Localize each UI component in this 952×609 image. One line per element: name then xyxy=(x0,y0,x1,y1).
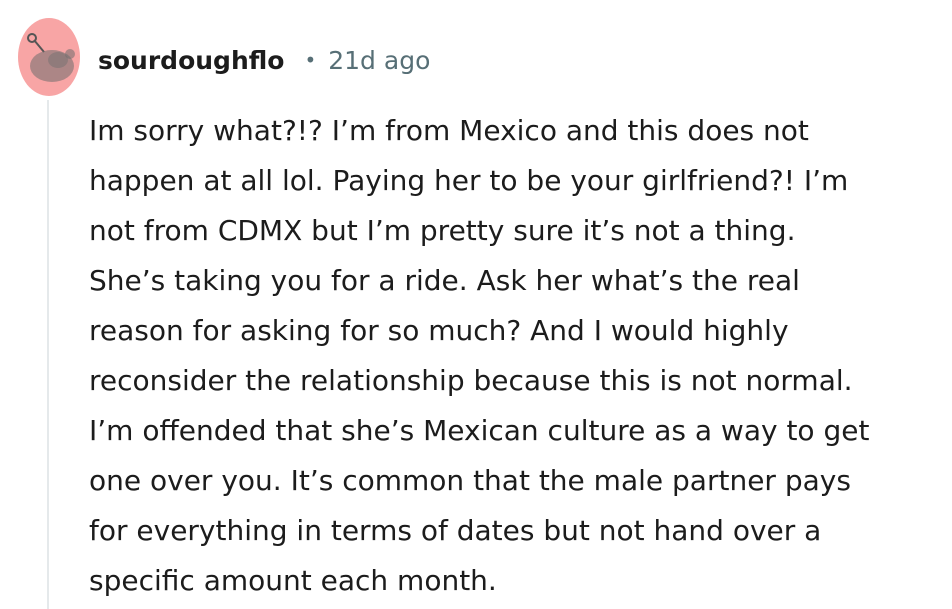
reddit-snoo-icon xyxy=(27,33,75,82)
comment-card: sourdoughflo • 21d ago Im sorry what?!? … xyxy=(0,0,952,609)
comment-meta: sourdoughflo • 21d ago xyxy=(98,40,430,80)
comment-body: Im sorry what?!? I’m from Mexico and thi… xyxy=(89,114,870,597)
meta-separator: • xyxy=(304,48,317,72)
user-avatar[interactable] xyxy=(18,18,80,96)
thread-line[interactable] xyxy=(47,100,49,609)
comment-timestamp[interactable]: 21d ago xyxy=(328,46,430,75)
username-link[interactable]: sourdoughflo xyxy=(98,46,284,75)
